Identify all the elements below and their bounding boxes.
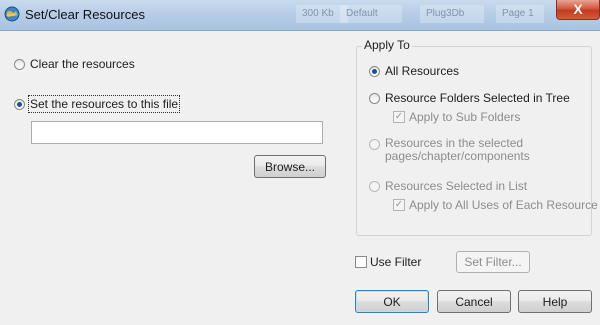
ok-button[interactable]: OK — [355, 290, 429, 313]
help-label: Help — [542, 294, 568, 309]
clear-resources-label: Clear the resources — [30, 57, 135, 71]
title-bar: 300 Kb Default Plug3Db Page 1 Set/Clear … — [0, 0, 600, 31]
apply-sub-folders-label: Apply to Sub Folders — [409, 110, 521, 124]
apply-sub-folders-checkbox[interactable]: ✓ Apply to Sub Folders — [393, 110, 520, 124]
help-button[interactable]: Help — [518, 290, 592, 313]
selected-in-list-label: Resources Selected in List — [385, 179, 528, 193]
selected-pages-label-line2: pages/chapter/components — [385, 149, 530, 163]
folders-selected-radio[interactable]: Resource Folders Selected in Tree — [369, 91, 570, 105]
radio-indicator — [369, 92, 380, 104]
use-filter-checkbox[interactable]: Use Filter — [355, 255, 421, 269]
background-ghost-text: Page 1 — [496, 5, 544, 23]
radio-indicator — [14, 58, 25, 70]
ok-label: OK — [383, 294, 401, 309]
set-resources-radio[interactable]: Set the resources to this file — [14, 95, 181, 113]
resource-file-input[interactable] — [31, 121, 323, 144]
cancel-button[interactable]: Cancel — [437, 290, 511, 313]
radio-indicator — [369, 180, 380, 192]
browse-button[interactable]: Browse... — [254, 155, 326, 178]
browse-label: Browse... — [264, 159, 315, 174]
radio-indicator — [369, 65, 380, 77]
set-filter-button[interactable]: Set Filter... — [456, 251, 530, 273]
radio-indicator — [14, 98, 25, 110]
set-resources-label: Set the resources to this file — [27, 95, 181, 113]
apply-to-legend: Apply To — [362, 38, 412, 52]
set-filter-label: Set Filter... — [464, 255, 522, 269]
selected-in-list-radio[interactable]: Resources Selected in List — [369, 179, 527, 193]
close-icon: X — [573, 1, 583, 17]
apply-all-uses-label: Apply to All Uses of Each Resource — [409, 198, 598, 212]
use-filter-label: Use Filter — [370, 255, 422, 269]
checkbox-box — [355, 256, 367, 268]
background-ghost-text: Default — [340, 5, 402, 23]
folders-selected-label: Resource Folders Selected in Tree — [385, 91, 570, 105]
cancel-label: Cancel — [455, 294, 493, 309]
window-title: Set/Clear Resources — [25, 7, 145, 22]
all-resources-label: All Resources — [385, 64, 460, 78]
checkmark-icon: ✓ — [393, 199, 405, 211]
background-ghost-text: Plug3Db — [420, 5, 484, 23]
close-button[interactable]: X — [556, 0, 600, 20]
globe-app-icon — [4, 6, 20, 22]
apply-all-uses-checkbox[interactable]: ✓ Apply to All Uses of Each Resource — [393, 198, 598, 212]
all-resources-radio[interactable]: All Resources — [369, 64, 459, 78]
selected-pages-label: Resources in the selected pages/chapter/… — [385, 137, 530, 163]
selected-pages-radio[interactable]: Resources in the selected pages/chapter/… — [369, 137, 530, 163]
radio-indicator — [369, 139, 380, 150]
checkmark-icon: ✓ — [393, 111, 405, 123]
clear-resources-radio[interactable]: Clear the resources — [14, 57, 135, 71]
